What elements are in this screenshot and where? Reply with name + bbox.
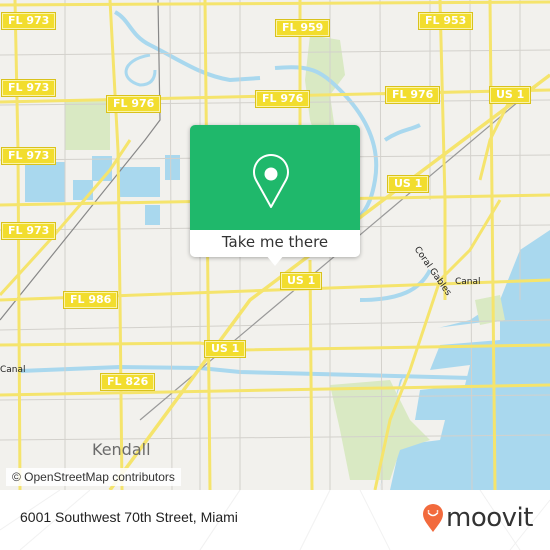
footer: 6001 Southwest 70th Street, Miami moovit — [0, 490, 550, 550]
road-shield: US 1 — [281, 273, 322, 289]
biscayne-bay — [380, 230, 550, 490]
road-shield: FL 973 — [2, 148, 56, 164]
map-attribution[interactable]: © OpenStreetMap contributors — [6, 468, 181, 486]
park — [65, 100, 110, 150]
popup-header — [190, 125, 360, 230]
road-shield: FL 976 — [386, 87, 440, 103]
address-text: 6001 Southwest 70th Street, Miami — [20, 509, 238, 525]
road-shield: FL 959 — [276, 20, 330, 36]
lake — [120, 167, 160, 197]
road-shield: FL 973 — [2, 80, 56, 96]
road-shield: US 1 — [205, 341, 246, 357]
lake — [25, 162, 65, 202]
canal-label: Canal — [455, 277, 481, 287]
lake — [73, 180, 93, 200]
road-shield: FL 826 — [101, 374, 155, 390]
road-shield: FL 953 — [419, 13, 473, 29]
map-pin-icon — [253, 154, 289, 208]
road-shield: FL 976 — [107, 96, 161, 112]
road-shield: FL 976 — [256, 91, 310, 107]
canal-label: Canal — [0, 365, 26, 375]
road-shield: US 1 — [388, 176, 429, 192]
map[interactable]: FL 973 FL 973 FL 973 FL 973 FL 959 FL 95… — [0, 0, 550, 490]
road-shield: US 1 — [490, 87, 531, 103]
moovit-logo[interactable]: moovit — [422, 500, 533, 536]
take-me-there-button[interactable]: Take me there — [190, 230, 360, 257]
moovit-wordmark: moovit — [446, 503, 533, 533]
lake — [145, 205, 160, 225]
place-label-kendall: Kendall — [92, 440, 151, 459]
road-shield: FL 973 — [2, 13, 56, 29]
location-popup: Take me there — [190, 125, 360, 266]
road-shield: FL 986 — [64, 292, 118, 308]
road-shield: FL 973 — [2, 223, 56, 239]
popup-pointer — [266, 255, 284, 266]
moovit-pin-icon — [423, 504, 443, 532]
